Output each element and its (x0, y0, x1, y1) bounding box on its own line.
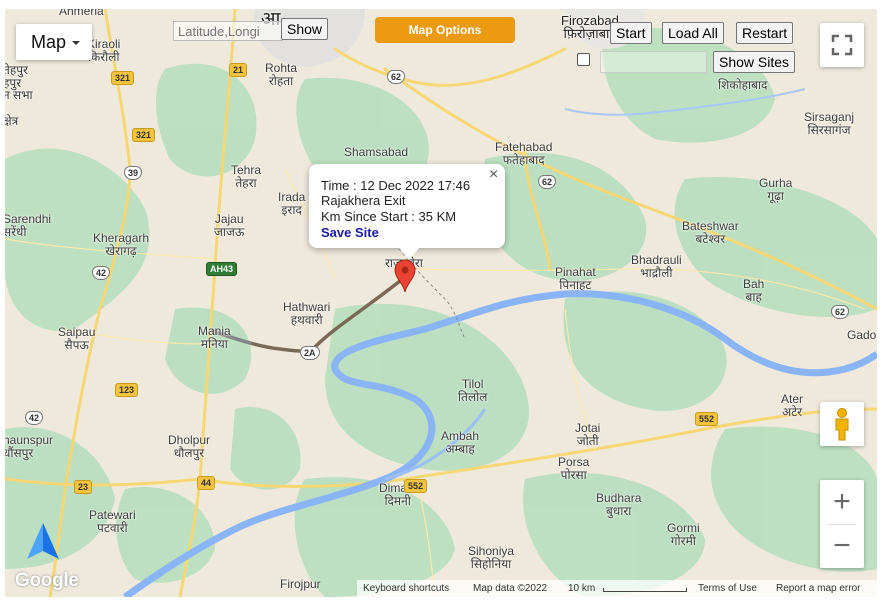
place-tehra: Tehra तेहरा (231, 163, 262, 190)
zoom-in-button[interactable]: + (820, 480, 864, 524)
scale-label: 10 km (568, 583, 596, 594)
place-hathwari: Hathwari हथवारी (283, 300, 331, 327)
save-site-link[interactable]: Save Site (321, 225, 379, 240)
place-fragment-3: क्षेत्र (5, 114, 19, 128)
fullscreen-icon (831, 34, 853, 56)
place-patewari: Patewari पटवारी (89, 508, 136, 535)
info-time: Time : 12 Dec 2022 17:46 (321, 178, 471, 193)
place-porsa: Porsa पोरसा (558, 455, 590, 482)
load-all-button[interactable]: Load All (662, 22, 724, 44)
place-sihoniya: Sihoniya सिहोनिया (468, 544, 515, 571)
place-shamsabad: Shamsabad (344, 145, 409, 159)
place-bah: Bah बाह (743, 277, 765, 304)
map-type-label: Map (31, 32, 67, 52)
place-haunspur: haunspur धौंसपुर (5, 433, 54, 460)
place-ahmeria: Ahmeria (59, 9, 104, 18)
site-filter-field[interactable] (600, 51, 707, 73)
start-button[interactable]: Start (610, 22, 652, 44)
place-fatehabad: Fatehabad फतेहाबाद (495, 140, 553, 167)
show-sites-button[interactable]: Show Sites (713, 51, 796, 73)
place-gado: Gado (847, 328, 877, 342)
place-tilol: Tilol तिलोल (458, 377, 488, 404)
road-shield-39: 39 (124, 166, 143, 180)
close-icon[interactable]: × (489, 166, 498, 184)
place-pinahat: Pinahat पिनाहट (555, 265, 596, 292)
sites-checkbox[interactable] (577, 53, 590, 66)
road-shield-552b: 552 (695, 412, 719, 426)
place-gurha: Gurha गूढ़ा (759, 176, 793, 203)
place-mania: Mania मनिया (198, 324, 231, 351)
road-shield-42b: 42 (25, 411, 44, 425)
place-ambah: Ambah अम्बाह (441, 429, 480, 456)
caret-down-icon (72, 41, 81, 46)
road-shield-42a: 42 (92, 266, 111, 280)
place-shikohabad: शिकोहाबाद (718, 78, 768, 92)
info-km: Km Since Start : 35 KM (321, 209, 457, 224)
place-bhadrauli: Bhadrauli भाद्रौली (631, 253, 682, 280)
place-rohta: Rohta रोहता (265, 61, 298, 88)
place-kiraoli: Kiraoli किरौली (87, 37, 121, 64)
road-shield-ah43: AH43 (206, 262, 238, 276)
map-data-label: Map data ©2022 (473, 583, 548, 594)
road-shield-552a: 552 (404, 479, 428, 493)
page-frame: Ahmeria तेहपुर न सभा क्षेत्र हपुर Kiraol… (0, 0, 883, 603)
place-jajau: Jajau जाजऊ (214, 212, 245, 239)
report-error-link[interactable]: Report a map error (776, 580, 860, 597)
zoom-control: + − (820, 480, 864, 568)
place-gormi: Gormi गोरमी (667, 521, 700, 548)
place-dholpur: Dholpur धौलपुर (168, 433, 211, 460)
road-shield-321a: 321 (111, 71, 135, 85)
road-shield-62c: 62 (831, 305, 850, 319)
place-fragment-2: न सभा (5, 88, 33, 102)
place-ater: Ater अटेर (781, 392, 804, 419)
info-place: Rajakhera Exit (321, 193, 406, 208)
latlng-input[interactable] (173, 21, 283, 41)
fullscreen-button[interactable] (820, 23, 864, 67)
scale-bar (603, 588, 687, 592)
place-fragment-4: हपुर (5, 76, 22, 90)
place-jotai: Jotai जोती (575, 421, 601, 448)
app-logo-icon (27, 523, 59, 559)
road-shield-62b: 62 (538, 175, 557, 189)
restart-button[interactable]: Restart (736, 22, 794, 44)
place-budhara: Budhara बुधारा (596, 491, 642, 518)
road-shield-21: 21 (229, 63, 248, 77)
place-irada: Irada इराद (278, 190, 306, 217)
show-button[interactable]: Show (281, 18, 329, 40)
street-view-control[interactable] (820, 402, 864, 446)
map-canvas[interactable]: Ahmeria तेहपुर न सभा क्षेत्र हपुर Kiraol… (5, 9, 877, 597)
terms-link[interactable]: Terms of Use (698, 580, 757, 597)
place-kheragarh: Kheragarh खेरागढ़ (93, 231, 150, 258)
road-shield-123: 123 (115, 383, 139, 397)
place-bateshwar: Bateshwar बटेश्वर (682, 219, 739, 246)
pegman-icon (835, 408, 849, 441)
place-sarendhi: Sarendhi सरेंधी (5, 212, 52, 239)
road-shield-62a: 62 (387, 70, 406, 84)
place-sirsaganj: Sirsaganj सिरसागंज (804, 110, 855, 137)
place-saipau: Saipau सैपऊ (58, 325, 96, 352)
road-shield-23: 23 (74, 480, 93, 494)
map-options-button[interactable]: Map Options (375, 17, 515, 43)
location-pin-icon[interactable] (394, 259, 416, 293)
google-logo[interactable]: Google (15, 570, 79, 592)
road-shield-44: 44 (197, 476, 216, 490)
road-shield-321b: 321 (132, 128, 156, 142)
place-firojpur: Firojpur (280, 577, 321, 591)
map-type-control[interactable]: Map (16, 24, 92, 60)
road-shield-2a: 2A (300, 346, 320, 360)
zoom-out-button[interactable]: − (820, 524, 864, 568)
keyboard-shortcuts-link[interactable]: Keyboard shortcuts (363, 580, 449, 597)
info-window: Time : 12 Dec 2022 17:46 Rajakhera Exit … (309, 164, 505, 260)
attribution-bar: Keyboard shortcuts Map data ©2022 10 km … (357, 580, 877, 597)
